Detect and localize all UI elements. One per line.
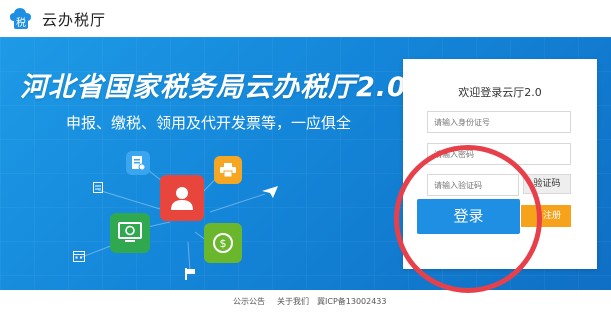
top-header: 税 云办税厅 [0,0,611,37]
printer-icon [214,156,242,184]
footer-link-announcement[interactable]: 公示公告 [233,296,265,307]
flag-icon [184,267,196,281]
footer-icp[interactable]: 冀ICP备13002433 [317,296,387,307]
coin-icon: $ [204,223,242,263]
calendar-icon [72,249,86,263]
svg-text:税: 税 [16,16,26,29]
footer: 公示公告 关于我们 冀ICP备13002433 [0,290,611,314]
app-name: 云办税厅 [42,11,107,29]
banner-subtitle: 申报、缴税、领用及代开发票等，一应俱全 [66,114,352,132]
banner-title: 河北省国家税务局云办税厅2.0 [20,72,407,103]
user-icon [160,175,204,221]
paper-plane-icon [262,185,278,199]
login-title: 欢迎登录云厅2.0 [458,86,542,99]
tax-logo-icon: 税 [8,5,34,31]
footer-link-about[interactable]: 关于我们 [277,296,309,307]
document-icon [126,151,150,175]
svg-text:$: $ [220,237,227,250]
monitor-icon [110,213,150,253]
login-button[interactable]: 登录 [417,199,520,234]
list-icon [92,181,104,193]
id-number-input[interactable] [427,111,571,133]
